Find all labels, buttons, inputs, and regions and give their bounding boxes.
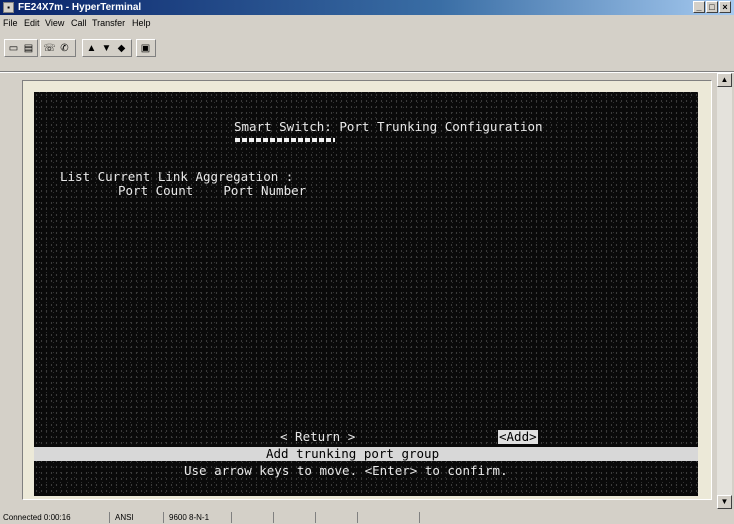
open-icon[interactable]: ▤ — [22, 42, 35, 55]
window-title: FE24X7m - HyperTerminal — [18, 2, 142, 13]
toolbar-divider — [0, 71, 734, 73]
status-capture — [360, 512, 420, 523]
status-num — [318, 512, 358, 523]
toolbar-group-file: ▭ ▤ — [4, 39, 38, 57]
close-button[interactable]: × — [719, 1, 731, 13]
column-headers: Port Count Port Number — [118, 184, 306, 198]
terminal-title: Smart Switch: Port Trunking Configuratio… — [234, 119, 543, 134]
status-bar: Connected 0:00:16 ANSI 9600 8-N-1 — [0, 511, 734, 524]
toolbar-group-call: ☏ ✆ — [40, 39, 76, 57]
menu-edit[interactable]: Edit — [24, 17, 40, 29]
menu-transfer[interactable]: Transfer — [92, 17, 125, 29]
toolbar: ▭ ▤ ☏ ✆ ▲ ▼ ◆ ▣ — [0, 31, 734, 73]
return-option[interactable]: < Return > — [280, 430, 355, 444]
terminal-screen[interactable]: Smart Switch: Port Trunking Configuratio… — [34, 92, 698, 496]
status-settings: 9600 8-N-1 — [166, 512, 232, 523]
status-connected: Connected 0:00:16 — [0, 512, 110, 523]
properties-icon[interactable]: ▣ — [139, 42, 152, 55]
terminal-status-text: Add trunking port group — [266, 446, 440, 461]
col-port-number: Port Number — [223, 183, 307, 198]
help-text: Use arrow keys to move. <Enter> to confi… — [184, 463, 508, 478]
vertical-scrollbar[interactable]: ▲ ▼ — [717, 73, 732, 509]
toolbar-group-properties: ▣ — [136, 39, 156, 57]
col-port-count: Port Count — [118, 183, 194, 198]
maximize-button[interactable]: □ — [706, 1, 718, 13]
menu-help[interactable]: Help — [132, 17, 151, 29]
menu-view[interactable]: View — [45, 17, 64, 29]
minimize-button[interactable]: _ — [693, 1, 705, 13]
status-emulation: ANSI — [112, 512, 164, 523]
status-scroll — [234, 512, 274, 523]
window-titlebar[interactable]: ▪ FE24X7m - HyperTerminal _ □ × — [0, 0, 734, 15]
title-underline — [235, 138, 335, 142]
terminal-status-bar: Add trunking port group — [34, 447, 698, 461]
menu-file[interactable]: File — [3, 17, 18, 29]
link-aggregation-label: List Current Link Aggregation : — [60, 169, 294, 184]
connect-icon[interactable]: ☏ — [43, 42, 56, 55]
new-icon[interactable]: ▭ — [7, 42, 20, 55]
send-icon[interactable]: ▲ — [85, 42, 98, 55]
receive-icon[interactable]: ▼ — [100, 42, 113, 55]
status-caps — [276, 512, 316, 523]
hyperterminal-icon[interactable]: ▪ — [3, 2, 14, 13]
add-option[interactable]: <Add> — [498, 430, 538, 444]
toolbar-group-transfer: ▲ ▼ ◆ — [82, 39, 132, 57]
scroll-down-arrow-icon[interactable]: ▼ — [717, 495, 732, 509]
disconnect-icon[interactable]: ✆ — [58, 42, 71, 55]
menu-call[interactable]: Call — [71, 17, 87, 29]
window-controls: _ □ × — [692, 1, 731, 13]
screen-noise — [34, 92, 698, 496]
scroll-up-arrow-icon[interactable]: ▲ — [717, 73, 732, 87]
capture-icon[interactable]: ◆ — [115, 42, 128, 55]
menu-bar: File Edit View Call Transfer Help — [0, 16, 734, 30]
